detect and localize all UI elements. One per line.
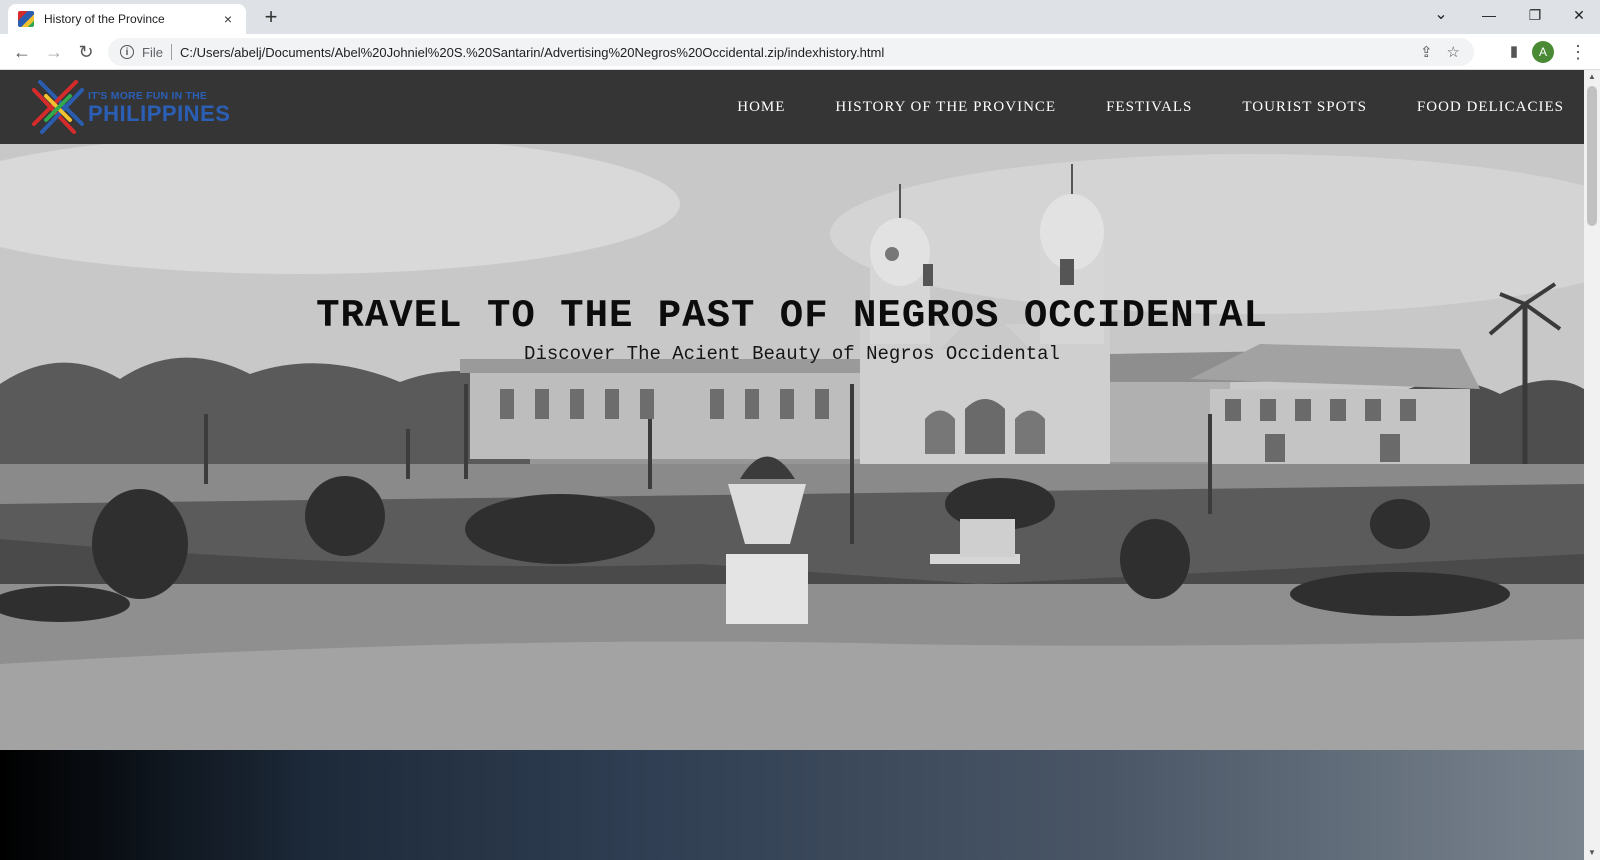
tab-strip: History of the Province × + ⌄ — ❐ ✕ [0, 0, 1600, 34]
nav-festivals[interactable]: FESTIVALS [1106, 99, 1192, 116]
hero-subtitle: Discover The Acient Beauty of Negros Occ… [524, 343, 1060, 365]
favicon-icon [18, 11, 34, 27]
page-scrollbar[interactable]: ▲ ▼ [1584, 70, 1600, 860]
minimize-button[interactable]: — [1466, 0, 1512, 30]
profile-button[interactable]: A [1532, 38, 1556, 66]
nav-home[interactable]: HOME [737, 99, 785, 116]
hero-historic-plaza-image [0, 144, 1584, 750]
info-icon[interactable]: i [120, 45, 134, 59]
scroll-up-icon[interactable]: ▲ [1584, 70, 1600, 84]
tab-close-icon[interactable]: × [220, 11, 236, 27]
address-bar[interactable]: i File C:/Users/abelj/Documents/Abel%20J… [108, 38, 1474, 66]
menu-kebab-icon[interactable]: ⋮ [1566, 38, 1590, 66]
hero-section: TRAVEL TO THE PAST OF NEGROS OCCIDENTAL … [0, 144, 1584, 750]
avatar: A [1532, 41, 1554, 63]
side-panel-icon[interactable]: ▮ [1502, 38, 1526, 66]
next-section-gradient [0, 750, 1584, 860]
new-tab-button[interactable]: + [258, 5, 284, 31]
reload-button[interactable]: ↻ [72, 38, 100, 66]
nav-history[interactable]: HISTORY OF THE PROVINCE [835, 99, 1056, 116]
tab-title: History of the Province [44, 12, 165, 26]
url-text[interactable]: C:/Users/abelj/Documents/Abel%20Johniel%… [180, 45, 884, 60]
scroll-down-icon[interactable]: ▼ [1584, 846, 1600, 860]
close-window-button[interactable]: ✕ [1556, 0, 1600, 30]
page-viewport: IT'S MORE FUN IN THE PHILIPPINES HOME HI… [0, 70, 1584, 860]
bookmark-star-icon[interactable]: ☆ [1447, 43, 1460, 61]
logo-wordmark: PHILIPPINES [88, 101, 231, 126]
browser-tab[interactable]: History of the Province × [8, 4, 246, 34]
hero-title: TRAVEL TO THE PAST OF NEGROS OCCIDENTAL [316, 294, 1268, 338]
scroll-thumb[interactable] [1587, 86, 1597, 226]
main-nav: HOME HISTORY OF THE PROVINCE FESTIVALS T… [687, 70, 1564, 144]
site-header: IT'S MORE FUN IN THE PHILIPPINES HOME HI… [0, 70, 1584, 144]
nav-tourist-spots[interactable]: TOURIST SPOTS [1242, 99, 1367, 116]
tab-search-button[interactable]: ⌄ [1418, 0, 1464, 30]
share-icon[interactable]: ⇪ [1420, 43, 1433, 61]
scheme-label: File [142, 44, 163, 60]
nav-food-delicacies[interactable]: FOOD DELICACIES [1417, 99, 1564, 116]
browser-toolbar: ← → ↻ i File C:/Users/abelj/Documents/Ab… [0, 34, 1600, 70]
omnibox-divider [170, 44, 172, 60]
back-button[interactable]: ← [8, 38, 36, 66]
site-logo[interactable]: IT'S MORE FUN IN THE PHILIPPINES [30, 76, 230, 138]
philippines-logo-mark-icon [32, 80, 84, 134]
restore-button[interactable]: ❐ [1512, 0, 1558, 30]
forward-button[interactable]: → [40, 38, 68, 66]
